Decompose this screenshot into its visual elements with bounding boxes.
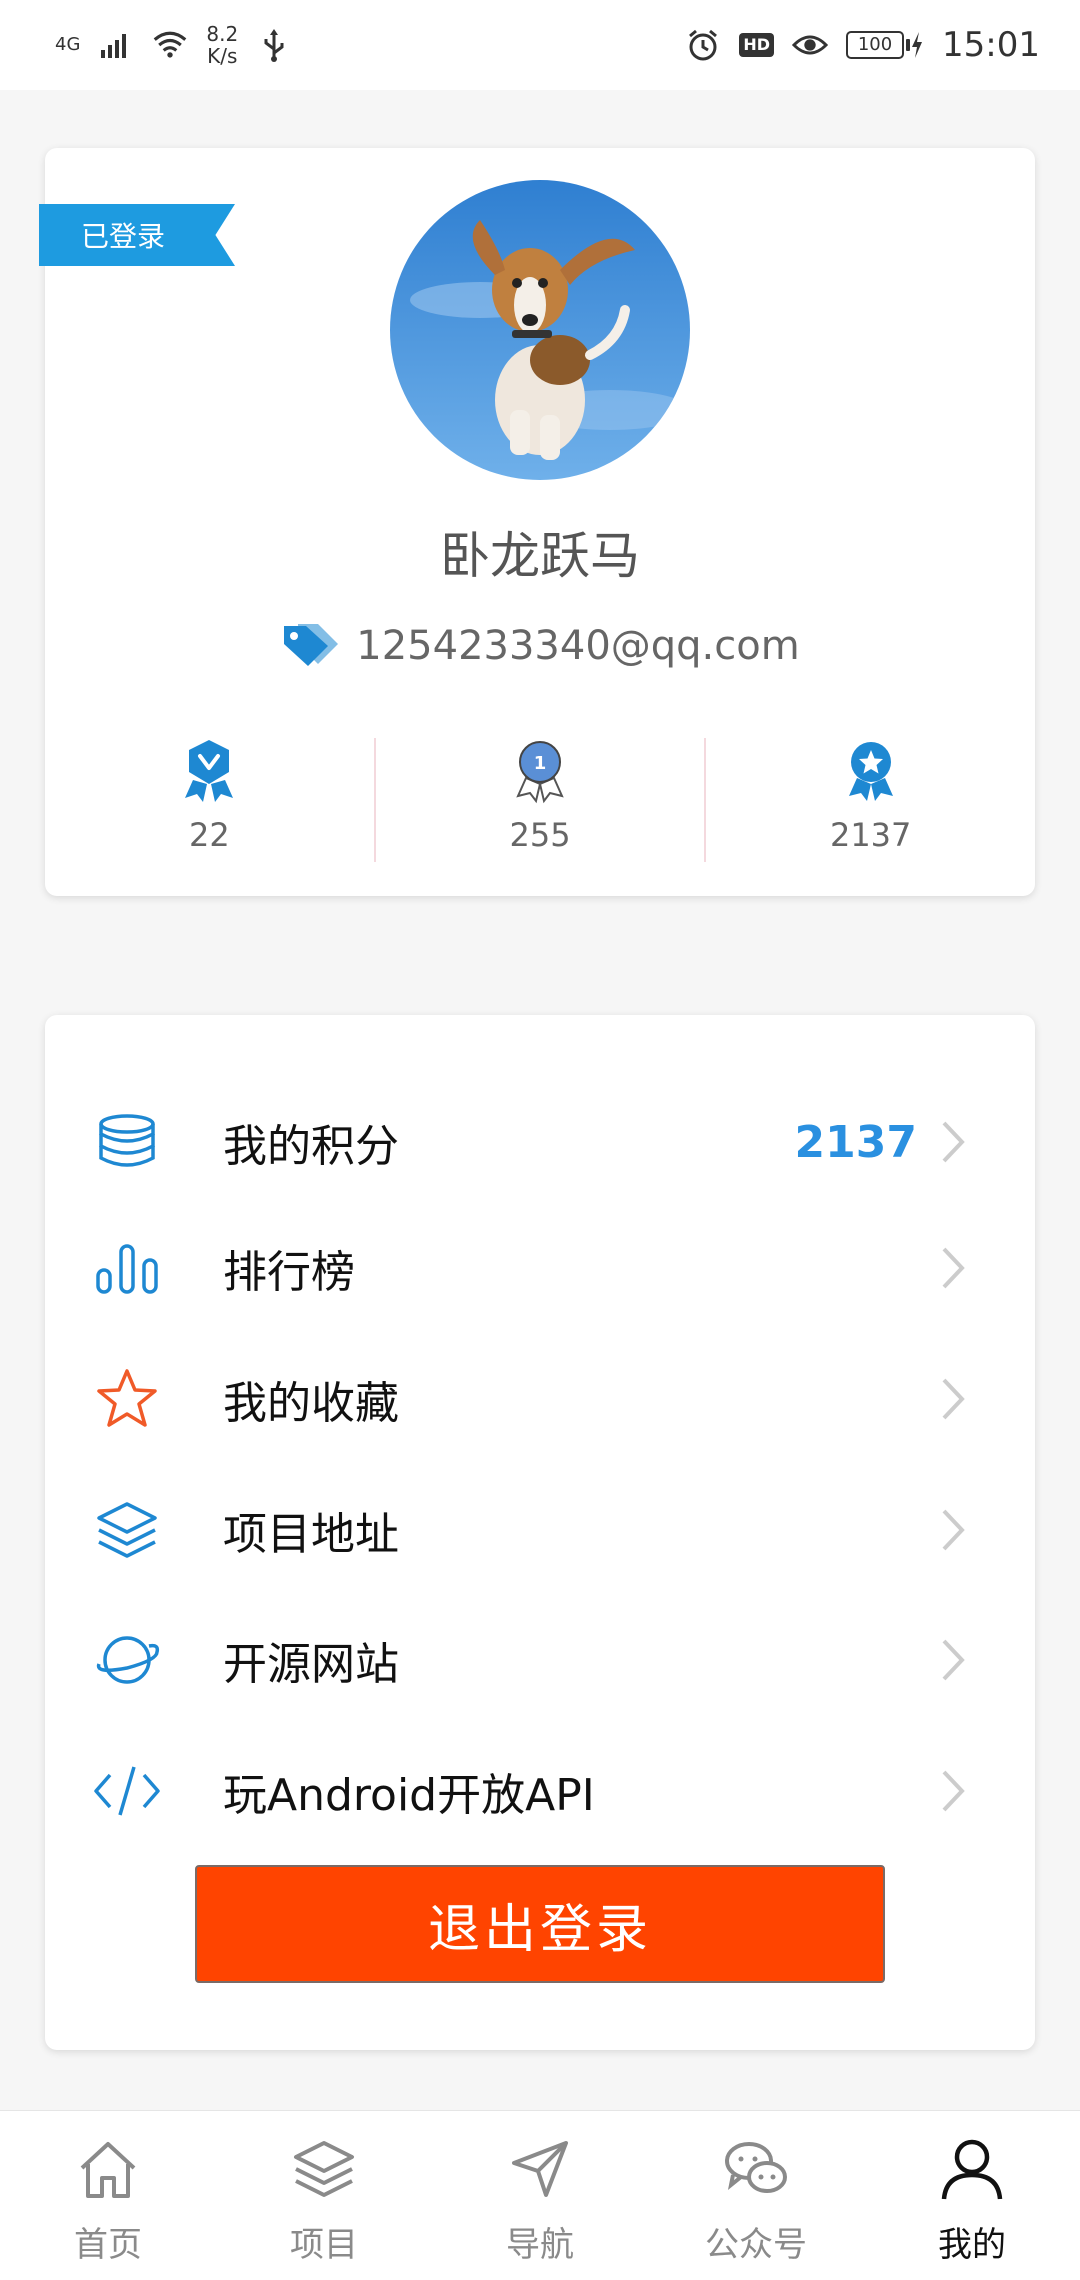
star-badge-icon (841, 738, 901, 808)
stat-rank[interactable]: 1 255 (376, 738, 705, 866)
code-icon (87, 1751, 167, 1831)
nav-item-mine[interactable]: 我的 (864, 2111, 1080, 2280)
menu-item-label: 玩Android开放API (223, 1770, 595, 1821)
stat-value: 255 (509, 816, 571, 854)
eye-icon (792, 27, 829, 63)
stat-level[interactable]: 22 (45, 738, 374, 866)
bottom-nav: 首页 项目 导航 公众号 我的 (0, 2110, 1080, 2280)
nav-item-home[interactable]: 首页 (0, 2111, 216, 2280)
chevron-right-icon (933, 1630, 973, 1690)
bar-chart-icon (87, 1228, 167, 1308)
menu-item-open-api[interactable]: 玩Android开放API (45, 1726, 1035, 1856)
login-status-ribbon: 已登录 (39, 204, 235, 266)
star-icon (87, 1359, 167, 1439)
nav-item-official-accounts[interactable]: 公众号 (648, 2111, 864, 2280)
wechat-icon (722, 2135, 790, 2203)
rank-medal-icon: 1 (510, 738, 570, 808)
network-speed: 8.2 K/s (206, 23, 238, 67)
hd-badge: HD (739, 33, 775, 57)
menu-item-open-source[interactable]: 开源网站 (45, 1595, 1035, 1725)
nav-label: 我的 (938, 2225, 1006, 2265)
menu-item-project-address[interactable]: 项目地址 (45, 1465, 1035, 1595)
nav-label: 项目 (290, 2225, 358, 2265)
stat-value: 22 (188, 816, 230, 854)
stat-points[interactable]: 2137 (706, 738, 1035, 866)
level-badge-icon (179, 738, 239, 808)
points-value: 2137 (794, 1116, 917, 1168)
nav-item-projects[interactable]: 项目 (216, 2111, 432, 2280)
logout-button[interactable]: 退出登录 (195, 1865, 885, 1983)
layers-icon (290, 2135, 358, 2203)
email: 1254233340@qq.com (356, 623, 800, 669)
planet-icon (87, 1620, 167, 1700)
svg-text:1: 1 (534, 753, 547, 774)
menu-item-label: 我的积分 (223, 1121, 399, 1172)
menu-item-leaderboard[interactable]: 排行榜 (45, 1203, 1035, 1333)
avatar[interactable] (390, 180, 690, 480)
menu-item-favorites[interactable]: 我的收藏 (45, 1334, 1035, 1464)
user-icon (938, 2135, 1006, 2203)
stats-row: 22 1 255 2137 (45, 738, 1035, 866)
menu-item-label: 我的收藏 (223, 1378, 399, 1429)
charging-icon (912, 32, 923, 58)
menu-item-label: 排行榜 (223, 1247, 355, 1298)
tag-icon (280, 620, 340, 672)
menu-item-label: 项目地址 (223, 1509, 399, 1560)
email-row: 1254233340@qq.com (45, 620, 1035, 672)
speed-value: 8.2 (206, 22, 239, 46)
chevron-right-icon (933, 1500, 973, 1560)
menu-item-points[interactable]: 我的积分 2137 (45, 1077, 1035, 1207)
signal-icon (98, 27, 134, 63)
username: 卧龙跃马 (440, 527, 640, 585)
alarm-icon (685, 27, 721, 63)
nav-label: 首页 (74, 2225, 142, 2265)
clock: 15:01 (942, 25, 1040, 65)
speed-unit: K/s (207, 44, 238, 68)
chevron-right-icon (933, 1761, 973, 1821)
battery-level: 100 (846, 31, 905, 59)
menu-card: 我的积分 2137 排行榜 我的收藏 项目地址 开源网站 玩Android开放A… (45, 1015, 1035, 2050)
battery-indicator: 100 (846, 31, 924, 59)
chevron-right-icon (933, 1238, 973, 1298)
network-type: 4G (55, 34, 81, 55)
coins-stack-icon (87, 1102, 167, 1182)
menu-item-label: 开源网站 (223, 1639, 399, 1690)
usb-icon (256, 27, 292, 63)
status-bar: 4G 8.2 K/s HD 100 15:01 (0, 0, 1080, 90)
chevron-right-icon (933, 1112, 973, 1172)
wifi-icon (152, 27, 188, 63)
stat-value: 2137 (829, 816, 912, 854)
chevron-right-icon (933, 1369, 973, 1429)
nav-label: 公众号 (705, 2225, 807, 2265)
nav-label: 导航 (506, 2225, 574, 2265)
nav-item-navigation[interactable]: 导航 (432, 2111, 648, 2280)
layers-icon (87, 1490, 167, 1570)
profile-card: 已登录 卧龙跃马 1254233340@qq.com 22 1 255 2137 (39, 148, 1035, 896)
home-icon (74, 2135, 142, 2203)
navigation-arrow-icon (506, 2135, 574, 2203)
